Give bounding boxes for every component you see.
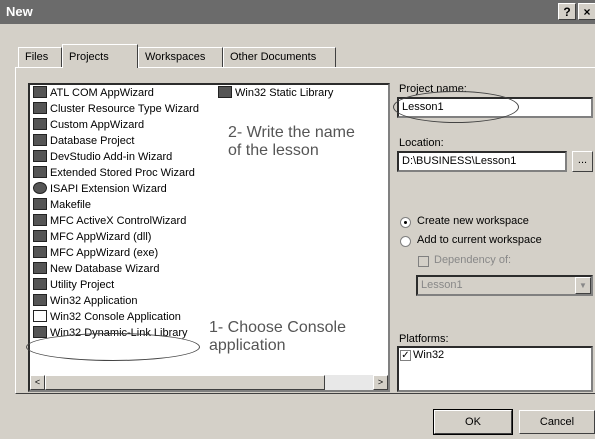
list-item[interactable]: MFC AppWizard (dll): [33, 229, 151, 245]
globe-icon: [33, 182, 47, 194]
item-label: ISAPI Extension Wizard: [50, 183, 167, 195]
activex-icon: [33, 214, 47, 226]
list-item[interactable]: Cluster Resource Type Wizard: [33, 101, 199, 117]
cluster-resource-icon: [33, 102, 47, 114]
cancel-button[interactable]: Cancel: [519, 410, 595, 434]
list-item[interactable]: New Database Wizard: [33, 261, 159, 277]
custom-appwizard-icon: [33, 118, 47, 130]
scroll-right-button[interactable]: >: [373, 375, 388, 390]
annotation-step2: 2- Write the name of the lesson: [228, 124, 355, 160]
window-title: New: [6, 4, 33, 19]
item-label: ATL COM AppWizard: [50, 87, 154, 99]
utility-icon: [33, 278, 47, 290]
title-bar: New ? ×: [0, 0, 595, 24]
dependency-checkbox[interactable]: [418, 256, 429, 267]
list-item[interactable]: Win32 Static Library: [218, 85, 333, 101]
list-item[interactable]: MFC AppWizard (exe): [33, 245, 158, 261]
item-label: New Database Wizard: [50, 263, 160, 275]
list-item[interactable]: ATL COM AppWizard: [33, 85, 154, 101]
tab-other-documents[interactable]: Other Documents: [223, 47, 336, 67]
list-item[interactable]: Extended Stored Proc Wizard: [33, 165, 195, 181]
platforms-label: Platforms:: [399, 333, 449, 345]
list-item[interactable]: ISAPI Extension Wizard: [33, 181, 167, 197]
item-label: Win32 Console Application: [50, 311, 181, 323]
console-icon: [33, 310, 47, 322]
item-label: Extended Stored Proc Wizard: [50, 167, 195, 179]
mfc-exe-icon: [33, 246, 47, 258]
highlight-ellipse-console: [26, 333, 200, 361]
item-label: Custom AppWizard: [50, 119, 145, 131]
dependency-label: Dependency of:: [434, 254, 512, 266]
item-label: MFC AppWizard (dll): [50, 231, 152, 243]
dll-icon: [33, 326, 47, 338]
list-item[interactable]: Utility Project: [33, 277, 114, 293]
help-button[interactable]: ?: [558, 3, 576, 20]
dependency-select[interactable]: Lesson1: [416, 275, 593, 296]
list-item-selected[interactable]: Win32 Console Application: [33, 309, 181, 325]
ok-button[interactable]: OK: [433, 409, 513, 435]
mfc-dll-icon: [33, 230, 47, 242]
tab-workspaces[interactable]: Workspaces: [138, 47, 223, 67]
addin-wizard-icon: [33, 150, 47, 162]
item-label: MFC ActiveX ControlWizard: [50, 215, 187, 227]
list-item[interactable]: DevStudio Add-in Wizard: [33, 149, 172, 165]
list-item[interactable]: Makefile: [33, 197, 91, 213]
radio-add-workspace[interactable]: [400, 236, 411, 247]
list-item[interactable]: Custom AppWizard: [33, 117, 144, 133]
location-label: Location:: [399, 137, 444, 149]
static-library-icon: [218, 86, 232, 98]
annotation-step2-line2: of the lesson: [228, 142, 319, 159]
atl-com-icon: [33, 86, 47, 98]
platform-win32-label: Win32: [413, 349, 445, 361]
item-label: Cluster Resource Type Wizard: [50, 103, 199, 115]
database-project-icon: [33, 134, 47, 146]
annotation-step1-line1: 1- Choose Console: [209, 319, 346, 336]
close-button[interactable]: ×: [578, 3, 595, 20]
scroll-thumb[interactable]: [45, 375, 325, 390]
item-label: Makefile: [50, 199, 91, 211]
radio-add-label: Add to current workspace: [417, 234, 542, 246]
list-item[interactable]: Database Project: [33, 133, 134, 149]
annotation-step2-line1: 2- Write the name: [228, 124, 355, 141]
horizontal-scrollbar[interactable]: < >: [30, 375, 388, 390]
chevron-down-icon[interactable]: ▼: [575, 277, 591, 294]
magic-wand-icon: [33, 262, 47, 274]
list-item[interactable]: MFC ActiveX ControlWizard: [33, 213, 186, 229]
win32-app-icon: [33, 294, 47, 306]
browse-button[interactable]: ...: [572, 151, 593, 172]
location-input[interactable]: D:\BUSINESS\Lesson1: [397, 151, 567, 172]
highlight-ellipse-name: [393, 91, 519, 123]
dependency-value: Lesson1: [421, 279, 463, 291]
annotation-step1: 1- Choose Console application: [209, 319, 346, 355]
radio-create-label: Create new workspace: [417, 215, 529, 227]
item-label: Utility Project: [50, 279, 115, 291]
stored-proc-icon: [33, 166, 47, 178]
tab-files[interactable]: Files: [18, 47, 62, 67]
item-label: Win32 Static Library: [235, 87, 334, 99]
tab-projects[interactable]: Projects: [62, 44, 138, 68]
makefile-icon: [33, 198, 47, 210]
list-item[interactable]: Win32 Application: [33, 293, 137, 309]
scroll-left-button[interactable]: <: [30, 375, 45, 390]
item-label: Win32 Application: [50, 295, 138, 307]
item-label: DevStudio Add-in Wizard: [50, 151, 173, 163]
platform-win32-checkbox[interactable]: ✓: [400, 350, 411, 361]
annotation-step1-line2: application: [209, 337, 286, 354]
item-label: Database Project: [50, 135, 135, 147]
radio-create-workspace[interactable]: [400, 217, 411, 228]
item-label: MFC AppWizard (exe): [50, 247, 159, 259]
